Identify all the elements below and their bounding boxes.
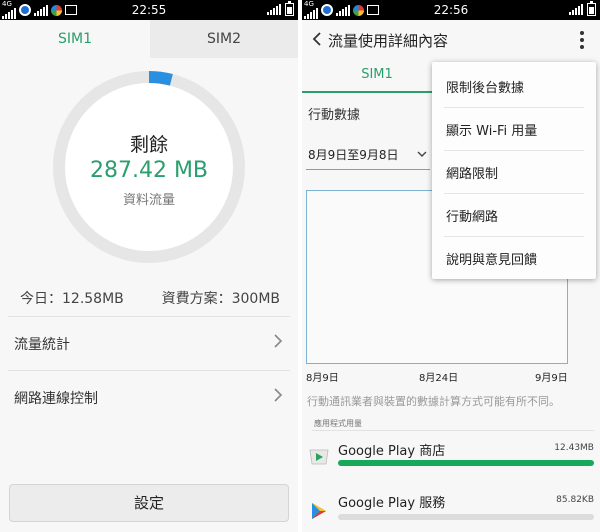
more-options-icon[interactable] <box>580 31 584 49</box>
chevron-right-icon <box>274 334 283 348</box>
title-bar: 流量使用詳細內容 <box>302 20 600 58</box>
back-arrow-icon[interactable] <box>310 31 324 47</box>
status-right-icons <box>267 1 294 16</box>
select-underline <box>306 169 430 170</box>
x-tick-label: 9月9日 <box>535 373 568 384</box>
menu-item-network-restrictions[interactable]: 網路限制 <box>432 150 596 193</box>
battery-icon <box>587 1 596 16</box>
usage-bar-fill <box>338 460 594 466</box>
app-name: Google Play 商店 <box>338 444 446 459</box>
remaining-label: 剩餘 <box>129 134 168 156</box>
list-item[interactable]: Google Play 服務 85.82KB <box>302 486 600 532</box>
divider <box>8 370 290 371</box>
usage-bar <box>338 460 594 466</box>
remaining-amount: 287.42 MB <box>89 158 209 183</box>
play-store-icon <box>309 449 329 465</box>
status-time: 22:56 <box>433 3 469 17</box>
plan-size: 資費方案：300MB <box>161 291 280 307</box>
app-size: 85.82KB <box>556 495 594 505</box>
app-size: 12.43MB <box>554 443 594 453</box>
settings-button[interactable]: 設定 <box>9 484 289 522</box>
chevron-right-icon <box>274 388 283 402</box>
data-type-label: 資料流量 <box>122 193 175 208</box>
overflow-menu: 限制後台數據 顯示 Wi-Fi 用量 網路限制 行動網路 說明與意見回饋 <box>432 62 596 279</box>
status-bar: 4G 22:56 <box>302 0 600 20</box>
status-right-icons <box>569 1 596 16</box>
divider <box>8 316 290 317</box>
menu-item-help-feedback[interactable]: 說明與意見回饋 <box>432 236 596 279</box>
mobile-data-label: 行動數據 <box>308 108 361 123</box>
tab-sim1[interactable]: SIM1 <box>0 20 150 58</box>
status-bar: 4G 22:55 <box>0 0 298 20</box>
signal-icon <box>267 4 281 15</box>
list-item[interactable]: Google Play 商店 12.43MB <box>302 432 600 484</box>
menu-item-mobile-network[interactable]: 行動網路 <box>432 193 596 236</box>
traffic-statistics-row[interactable]: 流量統計 <box>0 318 298 370</box>
menu-item-show-wifi[interactable]: 顯示 Wi-Fi 用量 <box>432 107 596 150</box>
chevron-down-icon <box>417 151 427 157</box>
x-tick-label: 8月24日 <box>419 373 459 384</box>
play-services-icon <box>312 503 326 519</box>
divider <box>312 430 594 431</box>
status-time: 22:55 <box>131 3 167 17</box>
menu-label: 網路連線控制 <box>14 391 98 407</box>
page-title: 流量使用詳細內容 <box>328 32 449 50</box>
x-tick-label: 8月9日 <box>306 373 339 384</box>
tab-indicator <box>302 91 452 93</box>
app-usage-header: 應用程式用量 <box>314 419 362 428</box>
carrier-note: 行動通訊業者與裝置的數據計算方式可能有所不同。 <box>307 395 560 408</box>
battery-icon <box>285 1 294 16</box>
signal-icon <box>569 4 583 15</box>
usage-detail-screen: 4G 22:56 流量使用詳細內容 SIM1 行動數據 8月9日至9月8日 8月… <box>302 0 600 532</box>
data-usage-screen: 4G 22:55 SIM1 SIM2 剩餘 287.42 MB 資料流量 今日：… <box>0 0 298 532</box>
app-name: Google Play 服務 <box>338 496 446 511</box>
menu-item-restrict-background[interactable]: 限制後台數據 <box>432 64 596 107</box>
usage-bar <box>338 514 594 520</box>
tab-sim2[interactable]: SIM2 <box>150 20 298 58</box>
network-control-row[interactable]: 網路連線控制 <box>0 372 298 424</box>
date-range-select[interactable]: 8月9日至9月8日 <box>308 146 399 163</box>
today-usage: 今日：12.58MB <box>20 291 124 307</box>
menu-label: 流量統計 <box>14 337 70 353</box>
sim-tabs: SIM1 SIM2 <box>0 20 298 58</box>
